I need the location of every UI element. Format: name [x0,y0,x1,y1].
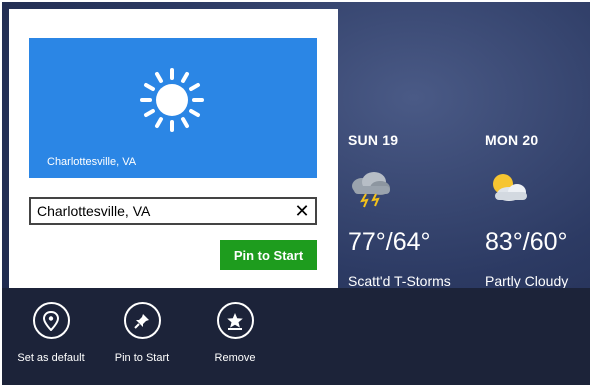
thunderstorm-icon [352,172,390,208]
partly-cloudy-icon [493,174,527,201]
location-pin-icon [43,310,59,331]
tile-preview: Charlottesville, VA [29,38,317,178]
pin-to-start-button[interactable]: Pin to Start [220,240,317,270]
appbar-pin-to-start-button[interactable]: Pin to Start [97,302,187,364]
weather-app: SUN 19 77°/64° Scatt'd T-Storms MON 20 8… [2,2,590,385]
forecast-day-sun[interactable]: SUN 19 77°/64° Scatt'd T-Storms [348,132,451,289]
remove-button[interactable]: Remove [190,302,280,364]
tile-name-input[interactable] [37,202,287,220]
forecast-day-mon[interactable]: MON 20 83°/60° Partly Cloudy [485,132,568,289]
command-label: Set as default [17,352,85,364]
clear-icon[interactable]: ✕ [293,202,311,220]
forecast-condition: Partly Cloudy [485,273,569,289]
pushpin-icon [134,313,149,329]
tile-location-label: Charlottesville, VA [47,156,137,168]
forecast-temperature: 83°/60° [485,228,568,256]
app-bar: Set as default Pin to Start Remove [2,288,590,385]
remove-star-icon [227,312,243,330]
command-label: Remove [214,352,256,364]
set-as-default-button[interactable]: Set as default [6,302,96,364]
forecast-temperature: 77°/64° [348,228,431,256]
forecast-condition: Scatt'd T-Storms [348,273,451,289]
forecast-day-name: MON 20 [485,132,539,148]
pin-flyout: Charlottesville, VA ✕ Pin to Start [9,9,338,289]
tile-name-field[interactable]: ✕ [29,197,317,225]
forecast-day-name: SUN 19 [348,132,399,148]
sun-icon [140,68,204,132]
command-label: Pin to Start [114,352,170,364]
